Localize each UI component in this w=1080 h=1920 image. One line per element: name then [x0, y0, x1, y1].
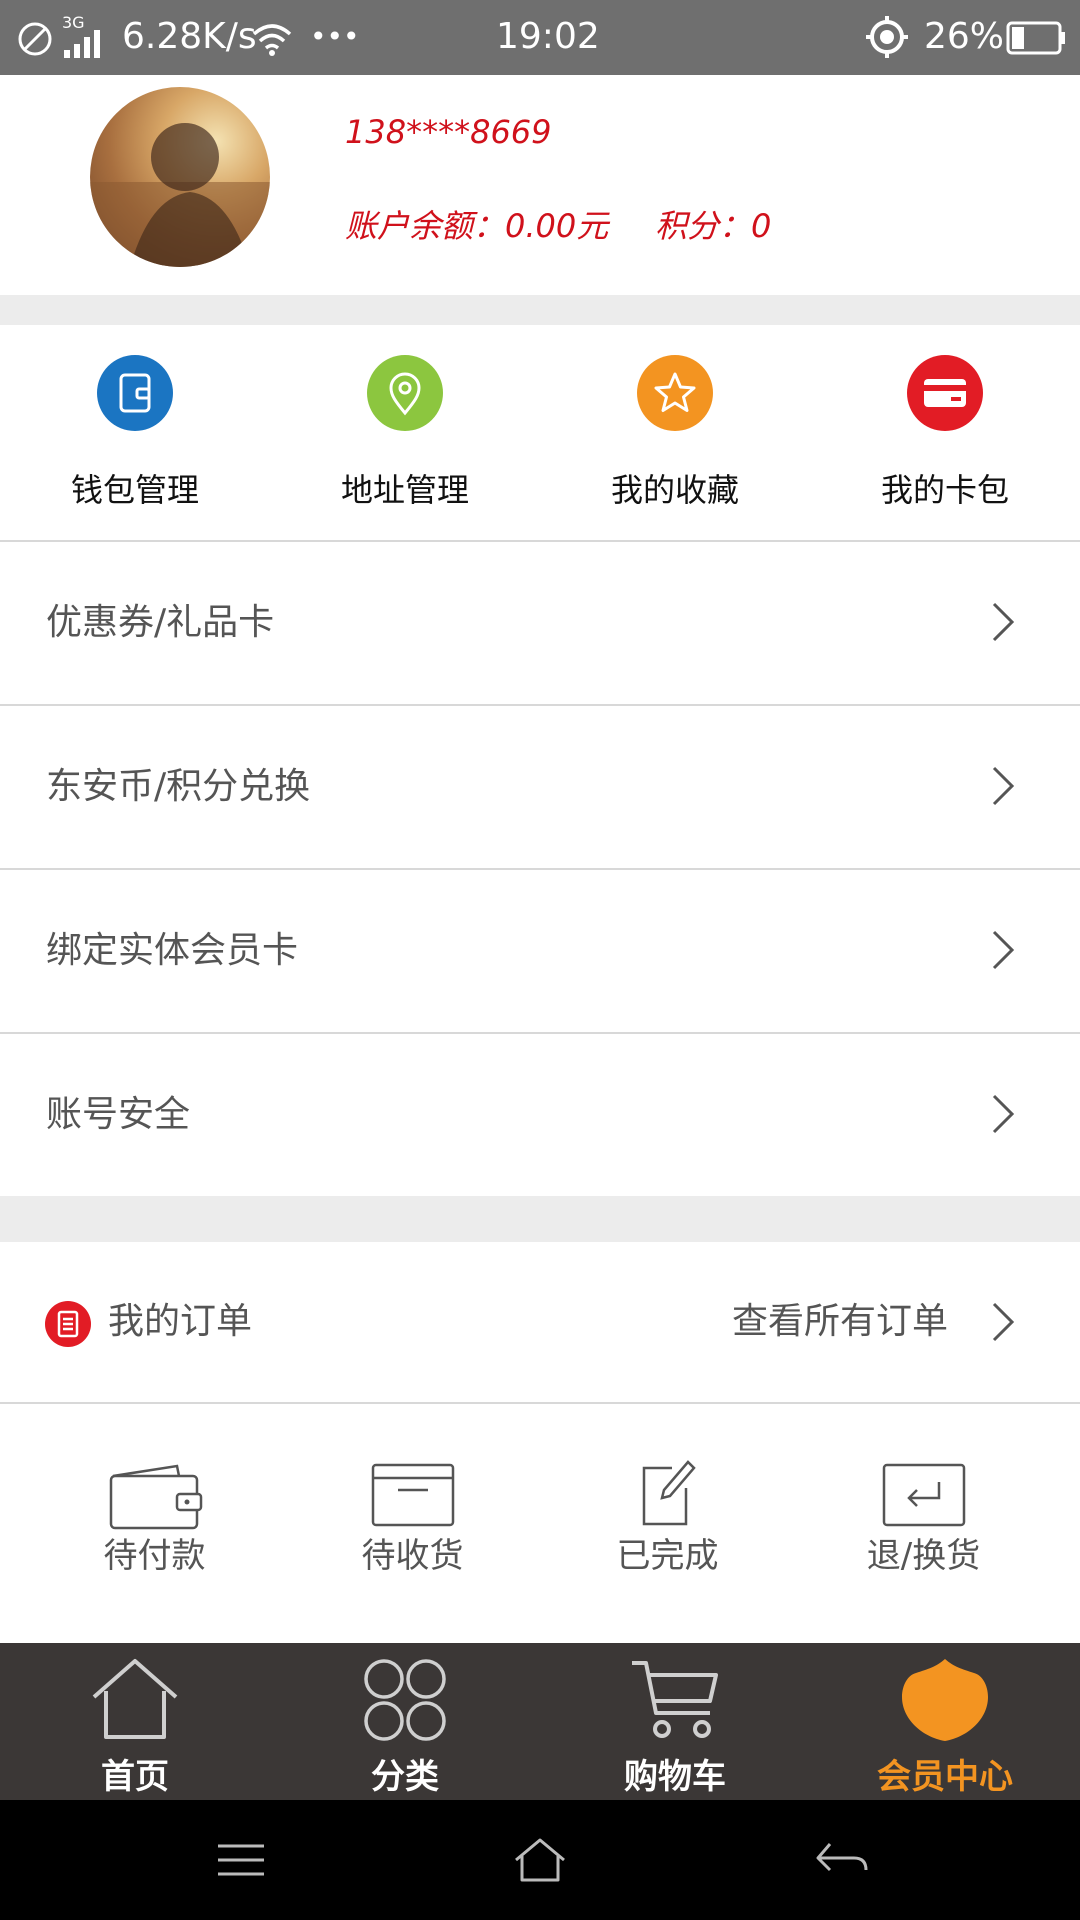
menu-item-points-exchange[interactable]: 东安币/积分兑换 — [0, 706, 1080, 868]
category-icon — [364, 1659, 446, 1741]
nav-category[interactable]: 分类 — [270, 1643, 540, 1800]
location-pin-icon — [367, 355, 443, 431]
nav-label: 购物车 — [624, 1757, 726, 1797]
battery-icon — [1006, 21, 1065, 55]
chevron-right-icon — [992, 602, 1015, 642]
address-management-button[interactable]: 地址管理 — [270, 325, 540, 540]
my-orders-header[interactable]: 我的订单 查看所有订单 — [0, 1242, 1080, 1402]
member-icon — [902, 1659, 988, 1741]
nav-cart[interactable]: 购物车 — [540, 1643, 810, 1800]
my-card-wallet-button[interactable]: 我的卡包 — [810, 325, 1080, 540]
pending-payment-button[interactable]: 待付款 — [27, 1410, 282, 1610]
bottom-navigation: 首页 分类 购物车 会员中心 — [0, 1643, 1080, 1800]
wifi-icon — [252, 24, 292, 56]
my-orders-title: 我的订单 — [108, 1301, 253, 1342]
section-divider — [0, 295, 1080, 325]
points: 积分：0 — [655, 207, 772, 245]
quick-action-label: 钱包管理 — [70, 471, 199, 509]
menu-item-coupons[interactable]: 优惠券/礼品卡 — [0, 542, 1080, 704]
avatar-photo — [90, 123, 270, 267]
menu-item-label: 优惠券/礼品卡 — [46, 602, 275, 643]
view-all-orders-link[interactable]: 查看所有订单 — [732, 1242, 948, 1402]
account-balance: 账户余额：0.00元 — [345, 207, 609, 245]
my-favorites-button[interactable]: 我的收藏 — [540, 325, 810, 540]
menu-item-label: 绑定实体会员卡 — [46, 930, 299, 971]
wallet-outline-icon — [109, 1464, 203, 1530]
system-navigation-bar — [0, 1800, 1080, 1920]
nav-label-active: 会员中心 — [877, 1757, 1013, 1797]
edit-icon — [642, 1460, 696, 1526]
home-system-icon[interactable] — [512, 1836, 568, 1884]
cart-icon — [632, 1661, 718, 1738]
signal-icon — [64, 30, 100, 58]
quick-action-label: 我的收藏 — [610, 471, 739, 509]
network-speed: 6.28K/s — [122, 16, 257, 57]
clock: 19:02 — [496, 16, 600, 57]
profile-header: 138****8669 账户余额：0.00元 积分：0 — [0, 75, 1080, 295]
star-icon — [637, 355, 713, 431]
order-status-row: 待付款 待收货 已完成 退/换货 — [0, 1410, 1080, 1630]
nav-member-center[interactable]: 会员中心 — [810, 1643, 1080, 1800]
order-status-label: 退/换货 — [866, 1536, 981, 1576]
completed-button[interactable]: 已完成 — [540, 1410, 795, 1610]
back-icon[interactable] — [814, 1840, 870, 1880]
home-icon — [92, 1659, 178, 1739]
order-status-label: 待付款 — [103, 1536, 206, 1576]
phone-number: 138****8669 — [345, 113, 552, 151]
pending-receipt-button[interactable]: 待收货 — [285, 1410, 540, 1610]
menu-item-account-security[interactable]: 账号安全 — [0, 1034, 1080, 1196]
nav-label: 首页 — [101, 1757, 169, 1797]
chevron-right-icon — [992, 1302, 1015, 1342]
chevron-right-icon — [992, 766, 1015, 806]
more-indicator: ••• — [310, 20, 360, 53]
nav-home[interactable]: 首页 — [0, 1643, 270, 1800]
nav-label: 分类 — [371, 1757, 439, 1797]
quick-action-label: 我的卡包 — [880, 471, 1009, 509]
menu-item-label: 东安币/积分兑换 — [46, 766, 311, 807]
menu-item-bind-member-card[interactable]: 绑定实体会员卡 — [0, 870, 1080, 1032]
return-exchange-button[interactable]: 退/换货 — [796, 1410, 1051, 1610]
wallet-icon — [97, 355, 173, 431]
no-sim-icon — [18, 22, 52, 56]
order-list-icon — [45, 1301, 91, 1347]
card-icon — [907, 355, 983, 431]
battery-percent: 26% — [924, 16, 1005, 57]
order-status-label: 已完成 — [616, 1536, 719, 1576]
section-divider — [0, 1196, 1080, 1242]
quick-action-label: 地址管理 — [340, 471, 469, 509]
box-icon — [371, 1463, 455, 1527]
order-status-label: 待收货 — [361, 1536, 464, 1576]
status-bar: 3G 6.28K/s ••• 19:02 26% — [0, 0, 1080, 75]
return-icon — [882, 1463, 966, 1527]
menu-icon[interactable] — [216, 1840, 266, 1880]
divider — [0, 1402, 1080, 1404]
wallet-management-button[interactable]: 钱包管理 — [0, 325, 270, 540]
chevron-right-icon — [992, 930, 1015, 970]
quick-actions: 钱包管理 地址管理 我的收藏 我的卡包 — [0, 325, 1080, 540]
location-target-icon — [866, 16, 908, 58]
menu-item-label: 账号安全 — [46, 1094, 191, 1135]
chevron-right-icon — [992, 1094, 1015, 1134]
avatar[interactable] — [90, 87, 270, 267]
